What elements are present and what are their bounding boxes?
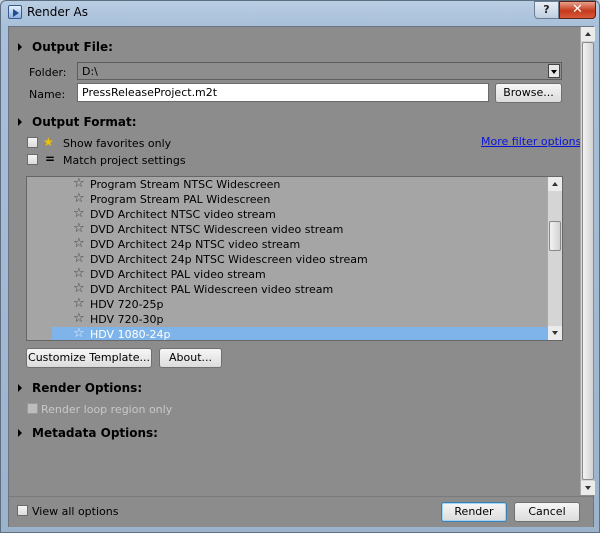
render-options-header[interactable]: Render Options: xyxy=(32,381,142,395)
star-outline-icon[interactable]: ☆ xyxy=(73,252,85,266)
browse-button[interactable]: Browse... xyxy=(495,83,562,103)
more-filter-options-link[interactable]: More filter options xyxy=(481,135,581,148)
output-file-expand-icon[interactable] xyxy=(18,43,22,51)
folder-value: D:\ xyxy=(82,65,98,78)
template-label: DVD Architect NTSC video stream xyxy=(90,208,276,221)
name-input[interactable] xyxy=(78,84,488,101)
template-label: DVD Architect NTSC Widescreen video stre… xyxy=(90,223,344,236)
show-favorites-label[interactable]: Show favorites only xyxy=(63,137,171,150)
scroll-thumb[interactable] xyxy=(582,42,594,480)
scroll-thumb[interactable] xyxy=(549,221,561,251)
template-label: DVD Architect PAL video stream xyxy=(90,268,266,281)
title-bar[interactable]: Render As ? ✕ xyxy=(1,1,600,23)
template-label: Program Stream PAL Widescreen xyxy=(90,193,271,206)
render-loop-region-checkbox[interactable] xyxy=(27,403,38,414)
template-row[interactable]: ☆ DVD Architect PAL video stream xyxy=(52,267,548,282)
render-button[interactable]: Render xyxy=(441,502,507,522)
equals-icon: = xyxy=(45,152,56,166)
star-outline-icon[interactable]: ☆ xyxy=(73,222,85,236)
template-row[interactable]: ☆ Program Stream PAL Widescreen xyxy=(52,192,548,207)
template-row[interactable]: ☆ HDV 720-25p xyxy=(52,297,548,312)
star-outline-icon[interactable]: ☆ xyxy=(73,207,85,221)
template-row[interactable]: ☆ DVD Architect PAL Widescreen video str… xyxy=(52,282,548,297)
render-options-expand-icon[interactable] xyxy=(18,384,22,392)
output-format-collapse-icon[interactable] xyxy=(18,118,22,126)
dialog-content: Output File: Folder: D:\ Name: Browse...… xyxy=(8,26,595,527)
app-icon xyxy=(8,5,22,19)
scroll-down-icon[interactable] xyxy=(548,326,562,340)
customize-template-button[interactable]: Customize Template... xyxy=(26,348,152,368)
template-row[interactable]: ☆ DVD Architect NTSC video stream xyxy=(52,207,548,222)
dialog-scrollbar[interactable] xyxy=(580,27,595,495)
template-label: DVD Architect PAL Widescreen video strea… xyxy=(90,283,334,296)
star-outline-icon[interactable]: ☆ xyxy=(73,177,85,191)
star-outline-icon[interactable]: ☆ xyxy=(73,282,85,296)
template-list-scrollbar[interactable] xyxy=(547,177,562,340)
help-button[interactable]: ? xyxy=(534,1,559,19)
template-row[interactable]: ☆ Program Stream NTSC Widescreen xyxy=(52,177,548,192)
view-all-options-checkbox[interactable] xyxy=(17,505,28,516)
template-list[interactable]: ☆ Program Stream NTSC Widescreen ☆ Progr… xyxy=(26,176,563,341)
name-input-box[interactable] xyxy=(77,83,489,102)
star-outline-icon[interactable]: ☆ xyxy=(73,192,85,206)
show-favorites-checkbox[interactable] xyxy=(27,137,38,148)
star-outline-icon[interactable]: ☆ xyxy=(73,237,85,251)
chevron-down-icon[interactable] xyxy=(548,64,560,78)
window-title: Render As xyxy=(27,5,88,19)
folder-combo[interactable]: D:\ xyxy=(77,62,562,80)
scroll-down-icon[interactable] xyxy=(581,481,595,495)
star-outline-icon[interactable]: ☆ xyxy=(73,312,85,326)
metadata-options-expand-icon[interactable] xyxy=(18,429,22,437)
output-file-header[interactable]: Output File: xyxy=(32,40,113,54)
dialog-footer: View all options Render Cancel xyxy=(9,496,593,527)
folder-label: Folder: xyxy=(29,66,67,79)
view-all-options-label[interactable]: View all options xyxy=(32,505,118,518)
star-outline-icon[interactable]: ☆ xyxy=(73,327,85,341)
template-label: Program Stream NTSC Widescreen xyxy=(90,178,281,191)
template-label: DVD Architect 24p NTSC video stream xyxy=(90,238,301,251)
metadata-options-header[interactable]: Metadata Options: xyxy=(32,426,158,440)
template-row[interactable]: ☆ DVD Architect 24p NTSC video stream xyxy=(52,237,548,252)
template-label: HDV 1080-24p xyxy=(90,328,171,341)
cancel-button[interactable]: Cancel xyxy=(514,502,580,522)
name-label: Name: xyxy=(29,88,66,101)
about-button[interactable]: About... xyxy=(159,348,222,368)
scroll-up-icon[interactable] xyxy=(581,27,595,41)
scroll-up-icon[interactable] xyxy=(548,177,562,191)
star-outline-icon[interactable]: ☆ xyxy=(73,297,85,311)
template-label: DVD Architect 24p NTSC Widescreen video … xyxy=(90,253,368,266)
template-label: HDV 720-30p xyxy=(90,313,164,326)
template-row[interactable]: ☆ HDV 720-30p xyxy=(52,312,548,327)
render-loop-region-label: Render loop region only xyxy=(41,403,173,416)
window-frame: Render As ? ✕ Output File: Folder: D:\ N… xyxy=(0,0,600,533)
template-row-selected[interactable]: ☆ HDV 1080-24p xyxy=(52,327,548,341)
star-outline-icon[interactable]: ☆ xyxy=(73,267,85,281)
template-label: HDV 720-25p xyxy=(90,298,164,311)
output-format-header[interactable]: Output Format: xyxy=(32,115,137,129)
template-row[interactable]: ☆ DVD Architect NTSC Widescreen video st… xyxy=(52,222,548,237)
star-icon: ★ xyxy=(43,135,54,149)
template-row[interactable]: ☆ DVD Architect 24p NTSC Widescreen vide… xyxy=(52,252,548,267)
match-project-label[interactable]: Match project settings xyxy=(63,154,186,167)
match-project-checkbox[interactable] xyxy=(27,154,38,165)
close-button[interactable]: ✕ xyxy=(559,1,596,19)
